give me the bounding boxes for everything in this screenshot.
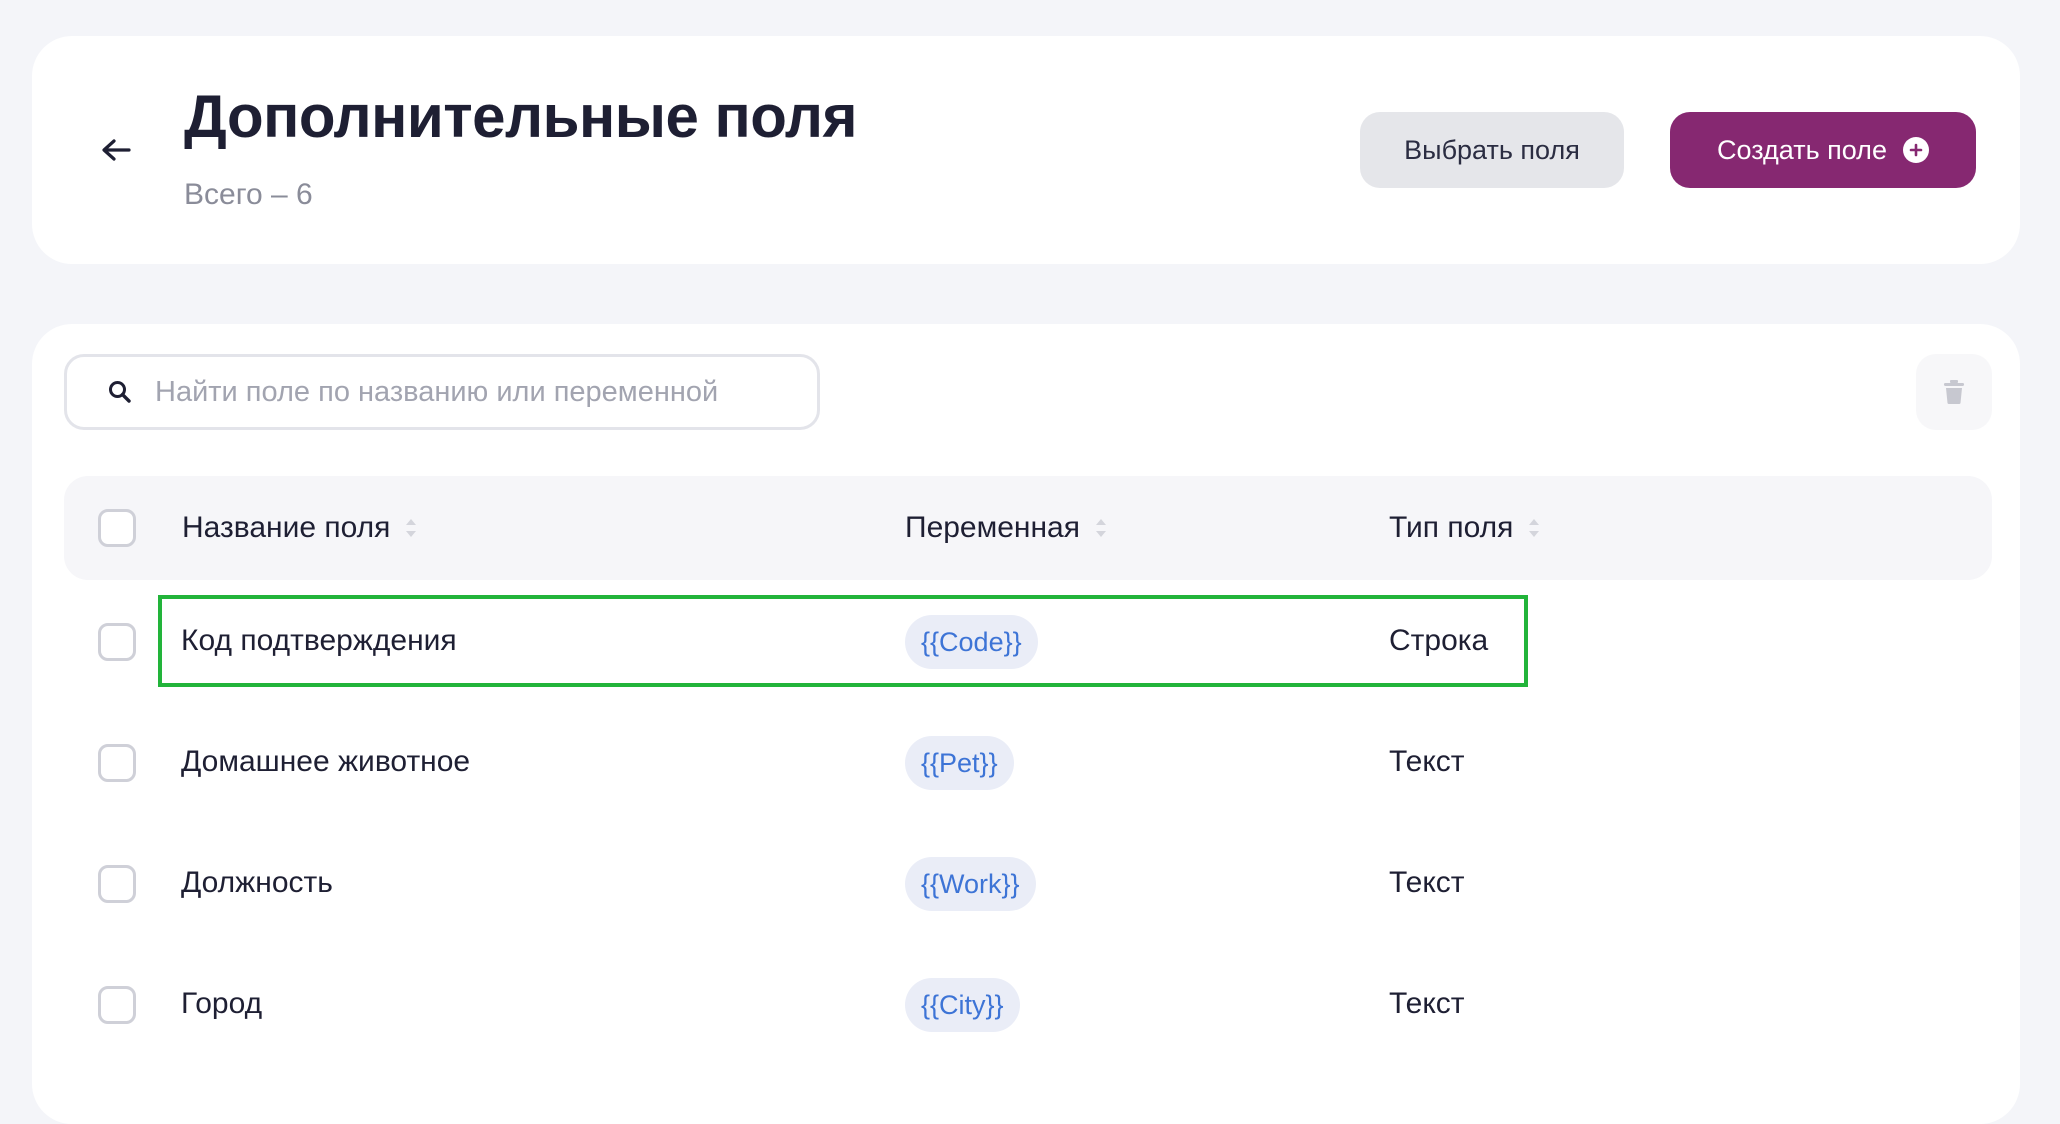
row-checkbox[interactable] xyxy=(98,986,136,1024)
field-name: Домашнее животное xyxy=(181,745,471,778)
search-input[interactable] xyxy=(155,375,795,409)
variable-chip: {{Work}} xyxy=(905,857,1036,911)
fields-table-card xyxy=(32,324,2020,1124)
table-header: Название поля Переменная Тип поля xyxy=(64,476,1992,580)
field-type: Текст xyxy=(1389,987,1465,1020)
search-field[interactable] xyxy=(64,354,820,430)
arrow-left-icon xyxy=(102,139,131,161)
fields-count: Всего – 6 xyxy=(184,178,313,211)
field-type: Текст xyxy=(1389,866,1465,899)
field-name: Должность xyxy=(181,866,333,899)
select-all-checkbox[interactable] xyxy=(98,509,136,547)
variable-chip: {{City}} xyxy=(905,978,1020,1032)
column-label: Тип поля xyxy=(1389,511,1514,544)
row-checkbox[interactable] xyxy=(98,744,136,782)
search-icon xyxy=(109,381,131,403)
back-button[interactable] xyxy=(96,130,136,170)
page-title: Дополнительные поля xyxy=(184,83,858,150)
create-field-label: Создать поле xyxy=(1717,134,1887,165)
column-label: Название поля xyxy=(182,511,391,544)
sort-icon xyxy=(1094,515,1108,541)
column-header-variable[interactable]: Переменная xyxy=(905,476,1108,580)
trash-icon xyxy=(1944,380,1964,404)
sort-icon xyxy=(404,515,418,541)
variable-chip: {{Pet}} xyxy=(905,736,1014,790)
create-field-button[interactable]: Создать поле xyxy=(1670,112,1976,188)
sort-icon xyxy=(1527,515,1541,541)
delete-button[interactable] xyxy=(1916,354,1992,430)
column-header-name[interactable]: Название поля xyxy=(182,476,418,580)
column-label: Переменная xyxy=(905,511,1080,544)
column-header-type[interactable]: Тип поля xyxy=(1389,476,1541,580)
select-fields-button[interactable]: Выбрать поля xyxy=(1360,112,1624,188)
row-checkbox[interactable] xyxy=(98,865,136,903)
select-fields-label: Выбрать поля xyxy=(1404,134,1580,165)
plus-circle-icon xyxy=(1902,137,1929,163)
field-type: Строка xyxy=(1389,624,1489,657)
field-name: Город xyxy=(181,987,263,1020)
variable-chip: {{Code}} xyxy=(905,615,1038,669)
field-type: Текст xyxy=(1389,745,1465,778)
field-name: Код подтверждения xyxy=(181,624,457,657)
row-checkbox[interactable] xyxy=(98,623,136,661)
